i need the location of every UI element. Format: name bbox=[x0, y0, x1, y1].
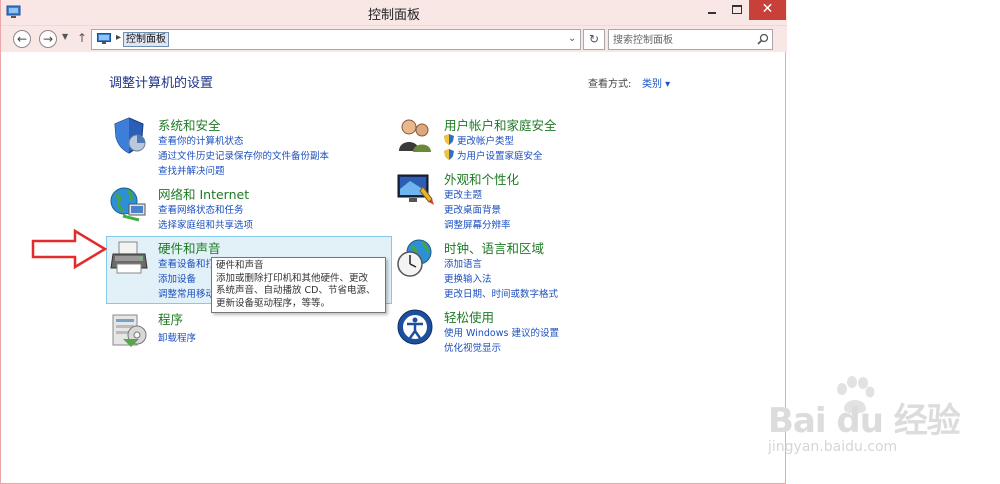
tooltip: 硬件和声音 添加或删除打印机和其他硬件、更改 系统声音、自动播放 CD、节省电源… bbox=[211, 257, 386, 313]
baidu-watermark: Bai du 经验 jingyan.baidu.com bbox=[760, 375, 961, 465]
category-title-hardware-sound[interactable]: 硬件和声音 bbox=[158, 238, 221, 257]
link-file-history-backup[interactable]: 通过文件历史记录保存你的文件备份副本 bbox=[158, 148, 329, 162]
link-change-account-type[interactable]: 更改帐户类型 bbox=[444, 133, 514, 147]
maximize-icon bbox=[732, 5, 742, 14]
recent-locations-button[interactable]: ▼ bbox=[62, 32, 68, 41]
control-panel-location-icon bbox=[97, 33, 111, 44]
control-panel-window: 控制面板 ✕ ← → ▼ ↑ ▸ 控制面板 ⌄ ↻ 搜索控制面板 调整计算机的设… bbox=[0, 0, 787, 484]
minimize-button[interactable] bbox=[699, 0, 725, 20]
link-family-safety-label: 为用户设置家庭安全 bbox=[457, 151, 543, 162]
category-title-ease-of-access[interactable]: 轻松使用 bbox=[444, 307, 494, 326]
category-title-system-security[interactable]: 系统和安全 bbox=[158, 115, 221, 134]
title-bar[interactable]: 控制面板 ✕ bbox=[1, 0, 787, 26]
link-change-input-method[interactable]: 更换输入法 bbox=[444, 271, 492, 285]
refresh-icon: ↻ bbox=[588, 32, 600, 46]
category-title-programs[interactable]: 程序 bbox=[158, 309, 183, 328]
watermark-brand: Bai du 经验 bbox=[768, 401, 961, 441]
shield-icon[interactable] bbox=[109, 115, 149, 155]
screen: 控制面板 ✕ ← → ▼ ↑ ▸ 控制面板 ⌄ ↻ 搜索控制面板 调整计算机的设… bbox=[0, 0, 1000, 484]
breadcrumb-separator-icon[interactable]: ▸ bbox=[116, 32, 121, 43]
category-appearance: 外观和个性化 更改主题 更改桌面背景 调整屏幕分辨率 bbox=[395, 169, 675, 231]
category-title-clock-language-region[interactable]: 时钟、语言和区域 bbox=[444, 238, 544, 257]
forward-button[interactable]: → bbox=[39, 30, 57, 48]
category-title-network-internet[interactable]: 网络和 Internet bbox=[158, 184, 249, 203]
close-icon: ✕ bbox=[761, 1, 774, 17]
link-view-network-status[interactable]: 查看网络状态和任务 bbox=[158, 202, 244, 216]
search-input[interactable] bbox=[613, 33, 753, 47]
category-network-internet: 网络和 Internet 查看网络状态和任务 选择家庭组和共享选项 bbox=[109, 184, 389, 231]
link-add-language[interactable]: 添加语言 bbox=[444, 256, 482, 270]
link-uninstall-program[interactable]: 卸载程序 bbox=[158, 330, 196, 344]
search-icon[interactable] bbox=[757, 33, 769, 45]
link-add-device[interactable]: 添加设备 bbox=[158, 271, 196, 285]
link-adjust-resolution[interactable]: 调整屏幕分辨率 bbox=[444, 217, 511, 231]
link-find-fix-problems[interactable]: 查找并解决问题 bbox=[158, 163, 225, 177]
appearance-icon[interactable] bbox=[395, 169, 435, 209]
link-use-windows-settings[interactable]: 使用 Windows 建议的设置 bbox=[444, 325, 559, 339]
network-icon[interactable] bbox=[109, 184, 149, 224]
category-hardware-sound: 硬件和声音 查看设备和打 添加设备 调整常用移动 bbox=[109, 238, 221, 300]
printer-icon[interactable] bbox=[109, 238, 149, 278]
uac-shield-icon bbox=[444, 134, 454, 145]
link-change-theme[interactable]: 更改主题 bbox=[444, 187, 482, 201]
watermark-url: jingyan.baidu.com bbox=[768, 439, 898, 455]
link-homegroup-sharing[interactable]: 选择家庭组和共享选项 bbox=[158, 217, 253, 231]
category-clock-language-region: 时钟、语言和区域 添加语言 更换输入法 更改日期、时间或数字格式 bbox=[395, 238, 675, 300]
tooltip-line: 更新设备驱动程序，等等。 bbox=[216, 297, 331, 309]
back-arrow-icon: ← bbox=[16, 32, 28, 46]
clock-globe-icon[interactable] bbox=[395, 238, 435, 278]
close-button[interactable]: ✕ bbox=[749, 0, 786, 20]
search-box[interactable] bbox=[608, 29, 773, 50]
breadcrumb-control-panel[interactable]: 控制面板 bbox=[123, 32, 169, 47]
link-view-computer-status[interactable]: 查看你的计算机状态 bbox=[158, 133, 244, 147]
link-family-safety[interactable]: 为用户设置家庭安全 bbox=[444, 148, 543, 162]
annotation-arrow-icon bbox=[31, 228, 108, 270]
address-dropdown-icon[interactable]: ⌄ bbox=[568, 33, 576, 44]
refresh-button[interactable]: ↻ bbox=[583, 29, 605, 50]
forward-arrow-icon: → bbox=[42, 32, 54, 46]
page-title: 调整计算机的设置 bbox=[109, 76, 214, 91]
link-adjust-mobility[interactable]: 调整常用移动 bbox=[158, 286, 215, 300]
ease-of-access-icon[interactable] bbox=[395, 307, 435, 347]
tooltip-line: 系统声音、自动播放 CD、节省电源、 bbox=[216, 285, 376, 296]
address-bar[interactable]: ▸ 控制面板 ⌄ bbox=[91, 29, 581, 50]
category-user-accounts: 用户帐户和家庭安全 更改帐户类型 为用户设置家庭安全 bbox=[395, 115, 675, 162]
users-icon[interactable] bbox=[395, 115, 435, 155]
tooltip-line: 硬件和声音 bbox=[216, 260, 264, 271]
view-by-dropdown[interactable]: 类别 ▾ bbox=[642, 75, 670, 90]
category-programs: 程序 卸载程序 bbox=[109, 309, 389, 349]
up-level-button[interactable]: ↑ bbox=[77, 31, 87, 45]
category-ease-of-access: 轻松使用 使用 Windows 建议的设置 优化视觉显示 bbox=[395, 307, 675, 354]
window-title: 控制面板 bbox=[367, 8, 420, 23]
link-change-account-type-label: 更改帐户类型 bbox=[457, 136, 515, 147]
category-system-security: 系统和安全 查看你的计算机状态 通过文件历史记录保存你的文件备份副本 查找并解决… bbox=[109, 115, 389, 177]
category-title-appearance[interactable]: 外观和个性化 bbox=[444, 169, 519, 188]
programs-icon[interactable] bbox=[109, 309, 149, 349]
link-change-date-time-format[interactable]: 更改日期、时间或数字格式 bbox=[444, 286, 558, 300]
minimize-icon bbox=[708, 12, 716, 14]
category-title-user-accounts[interactable]: 用户帐户和家庭安全 bbox=[444, 115, 557, 134]
link-optimize-visual-display[interactable]: 优化视觉显示 bbox=[444, 340, 501, 354]
maximize-button[interactable] bbox=[725, 0, 749, 20]
link-view-devices-printers[interactable]: 查看设备和打 bbox=[158, 256, 215, 270]
view-by-label: 查看方式: bbox=[588, 79, 632, 90]
tooltip-line: 添加或删除打印机和其他硬件、更改 bbox=[216, 272, 369, 284]
link-change-desktop-background[interactable]: 更改桌面背景 bbox=[444, 202, 501, 216]
uac-shield-icon bbox=[444, 149, 454, 160]
back-button[interactable]: ← bbox=[13, 30, 31, 48]
navigation-bar: ← → ▼ ↑ ▸ 控制面板 ⌄ ↻ bbox=[1, 26, 787, 52]
